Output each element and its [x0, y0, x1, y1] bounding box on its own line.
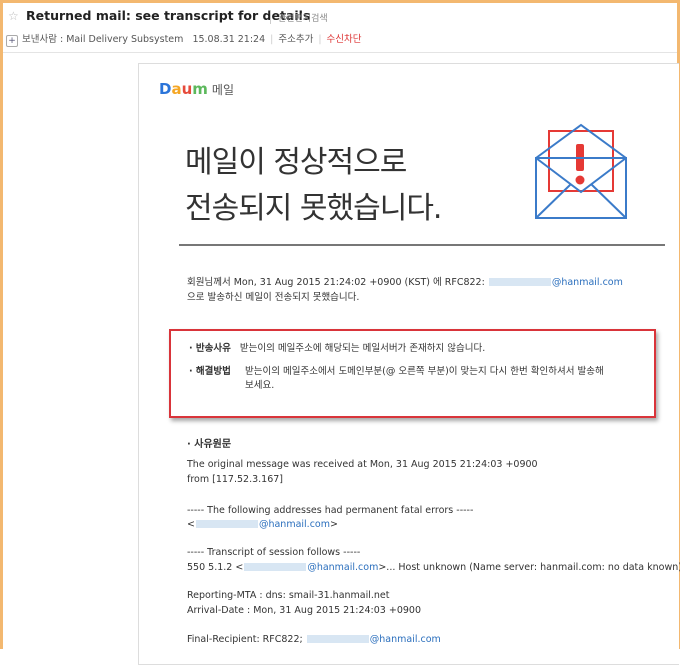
redacted-address	[244, 563, 307, 571]
transcript-line: ----- Transcript of session follows ----…	[187, 547, 361, 558]
transcript-line: from [117.52.3.167]	[187, 474, 283, 485]
sender-row: + 보낸사람 : Mail Delivery Subsystem 15.08.31…	[6, 31, 361, 47]
reason-highlight-box: · 반송사유 받는이의 메일주소에 해당되는 메일서버가 존재하지 않습니다. …	[169, 329, 656, 418]
redacted-address	[195, 520, 258, 528]
mail-date: 15.08.31 21:24	[192, 34, 266, 45]
transcript-line: Arrival-Date : Mon, 31 Aug 2015 21:24:03…	[187, 605, 422, 616]
transcript-line: < @hanmail.com>	[187, 519, 338, 530]
mail-subject: Returned mail: see transcript for detail…	[26, 8, 311, 23]
reason-item: · 반송사유 받는이의 메일주소에 해당되는 메일서버가 존재하지 않습니다.	[189, 342, 485, 356]
email-link[interactable]: @hanmail.com	[307, 562, 378, 573]
reason-text: 받는이의 메일주소에 해당되는 메일서버가 존재하지 않습니다.	[239, 343, 486, 354]
transcript-line: 550 5.1.2 < @hanmail.com>... Host unknown…	[187, 562, 680, 573]
intro-text: 회원님께서 Mon, 31 Aug 2015 21:24:02 +0900 (K…	[187, 277, 623, 303]
failure-title: 메일이 정상적으로 전송되지 못했습니다.	[185, 145, 442, 226]
transcript-line: ----- The following addresses had perman…	[187, 505, 474, 516]
original-reason-title: · 사유원문	[187, 439, 232, 450]
solution-text: 받는이의 메일주소에서 도메인부분(@ 오른쪽 부분)이 맞는지 다시 한번 확…	[245, 366, 604, 391]
mail-body: Daum 메일 메일이 정상적으로 전송되지 못했습니다. 회원님께서 Mon, …	[138, 63, 680, 665]
redacted-address	[488, 278, 551, 286]
related-search-link[interactable]: 관련편지검색	[270, 11, 328, 24]
star-icon[interactable]: ☆	[8, 9, 19, 23]
email-link[interactable]: @hanmail.com	[259, 519, 330, 530]
transcript-line: Final-Recipient: RFC822; @hanmail.com	[187, 634, 441, 645]
recipient-email-link[interactable]: @hanmail.com	[552, 277, 623, 288]
expand-plus-icon[interactable]: +	[6, 35, 18, 47]
solution-item: · 해결방법 받는이의 메일주소에서 도메인부분(@ 오른쪽 부분)이 맞는지 …	[189, 365, 604, 391]
transcript-line: Reporting-MTA : dns: smail-31.hanmail.ne…	[187, 590, 390, 601]
block-sender-link[interactable]: 수신차단	[327, 34, 362, 45]
transcript-line: The original message was received at Mon…	[187, 459, 538, 470]
title-divider	[179, 244, 665, 246]
envelope-alert-icon	[535, 123, 627, 219]
sender-label: 보낸사람 : Mail Delivery Subsystem	[22, 34, 184, 45]
email-link[interactable]: @hanmail.com	[370, 634, 441, 645]
add-address-link[interactable]: 주소추가	[278, 34, 313, 45]
redacted-address	[306, 635, 369, 643]
header-divider	[3, 52, 677, 53]
daum-mail-logo: Daum 메일	[159, 80, 234, 98]
solution-label: · 해결방법	[189, 366, 231, 377]
reason-label: · 반송사유	[189, 343, 231, 354]
